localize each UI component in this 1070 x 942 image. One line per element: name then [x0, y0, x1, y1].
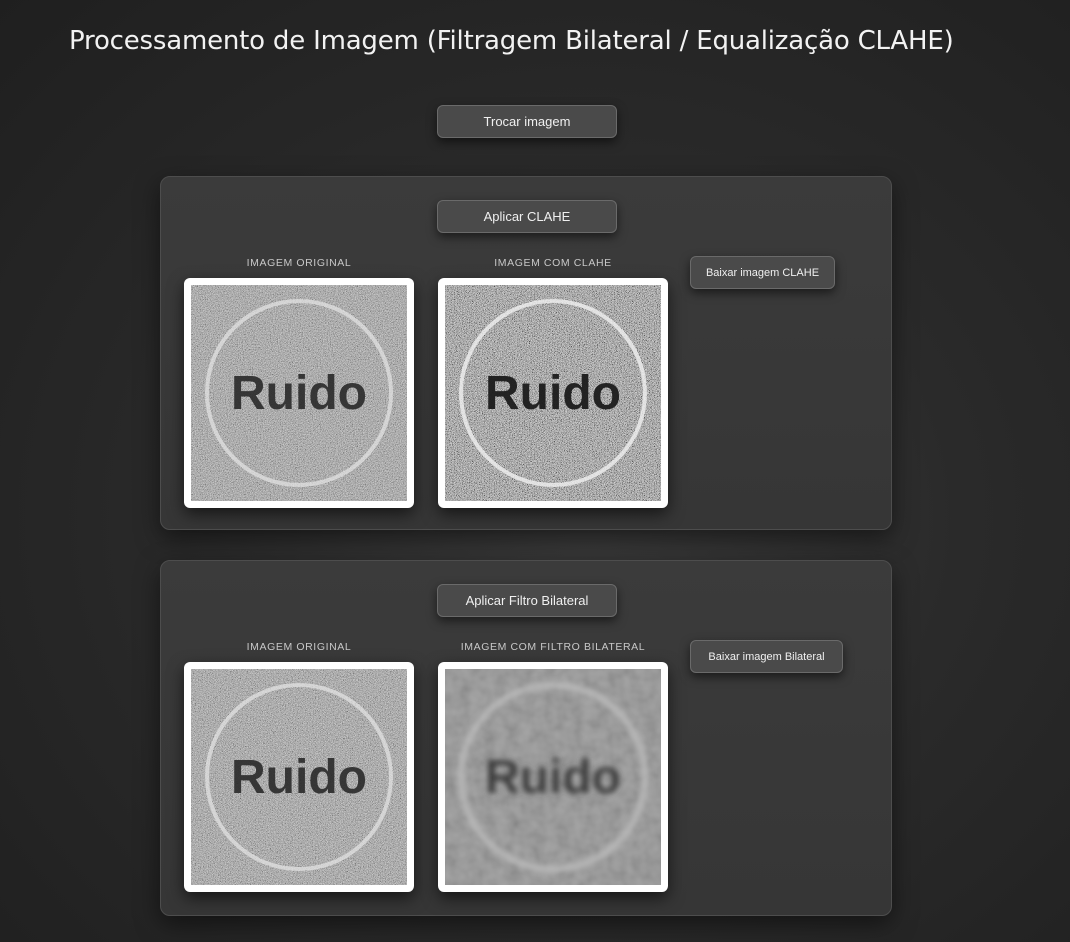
- swap-image-button[interactable]: Trocar imagem: [437, 105, 617, 138]
- original-image-frame: Ruido: [184, 278, 414, 508]
- ruido-text: Ruido: [231, 367, 367, 420]
- ruido-text: Ruido: [485, 367, 621, 420]
- download-clahe-button[interactable]: Baixar imagem CLAHE: [690, 256, 835, 289]
- ruido-text: Ruido: [485, 751, 621, 804]
- bilateral-panel: Aplicar Filtro Bilateral IMAGEM ORIGINAL…: [160, 560, 892, 916]
- clahe-result-image: Ruido: [445, 285, 661, 501]
- apply-clahe-button[interactable]: Aplicar CLAHE: [437, 200, 617, 233]
- clahe-image-label: IMAGEM COM CLAHE: [494, 257, 612, 269]
- original-image-frame: Ruido: [184, 662, 414, 892]
- original-noisy-image: Ruido: [191, 669, 407, 885]
- page-title: Processamento de Imagem (Filtragem Bilat…: [69, 26, 954, 56]
- apply-bilateral-button[interactable]: Aplicar Filtro Bilateral: [437, 584, 617, 617]
- clahe-panel: Aplicar CLAHE IMAGEM ORIGINAL IMAGEM COM…: [160, 176, 892, 530]
- clahe-image-frame: Ruido: [438, 278, 668, 508]
- download-bilateral-button[interactable]: Baixar imagem Bilateral: [690, 640, 843, 673]
- bilateral-result-image: Ruido: [445, 669, 661, 885]
- original-image-label: IMAGEM ORIGINAL: [246, 257, 352, 269]
- original-noisy-image: Ruido: [191, 285, 407, 501]
- ruido-text: Ruido: [231, 751, 367, 804]
- original-image-label: IMAGEM ORIGINAL: [246, 641, 352, 653]
- bilateral-image-label: IMAGEM COM FILTRO BILATERAL: [460, 641, 646, 653]
- page: Processamento de Imagem (Filtragem Bilat…: [0, 0, 1070, 942]
- bilateral-image-frame: Ruido: [438, 662, 668, 892]
